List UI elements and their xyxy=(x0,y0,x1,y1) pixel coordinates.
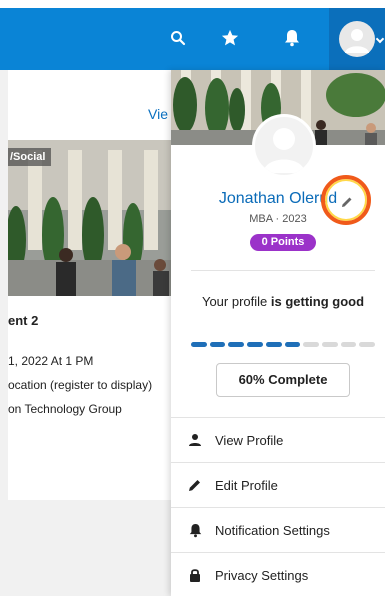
menu-item-notification-settings[interactable]: Notification Settings xyxy=(171,507,385,552)
progress-text-lead: Your profile xyxy=(201,294,271,309)
progress-segment xyxy=(228,342,245,347)
menu-item-edit-profile[interactable]: Edit Profile xyxy=(171,462,385,507)
top-navigation-bar xyxy=(0,8,385,70)
profile-progress-text: Your profile is getting good xyxy=(191,292,375,311)
progress-segment xyxy=(191,342,207,347)
background-page: Vie /Social ent 2 1, 2022 At 1 PM ocatio… xyxy=(0,70,175,596)
progress-segment xyxy=(284,342,301,347)
menu-item-label: Privacy Settings xyxy=(215,567,309,583)
pencil-icon xyxy=(187,477,203,493)
progress-segment xyxy=(340,342,357,347)
progress-segment xyxy=(247,342,263,347)
profile-program: MBA · 2023 xyxy=(249,213,307,225)
event-title[interactable]: ent 2 xyxy=(8,313,38,328)
progress-segment xyxy=(303,342,319,347)
progress-segment xyxy=(209,342,226,347)
person-icon xyxy=(187,432,203,448)
event-category-tag: /Social xyxy=(8,148,52,166)
profile-dropdown: Jonathan Olerud MBA · 2023 0 Points Your… xyxy=(171,70,385,596)
edit-pencil-icon[interactable] xyxy=(339,194,355,210)
progress-segment xyxy=(359,342,376,347)
bell-icon xyxy=(187,522,203,538)
event-image[interactable]: /Social xyxy=(8,140,175,296)
profile-avatar xyxy=(252,114,316,178)
profile-menu: View Profile Edit Profile Notification S… xyxy=(171,417,385,596)
points-badge: 0 Points xyxy=(250,234,316,251)
event-location: ocation (register to display) xyxy=(8,378,153,392)
user-avatar-button[interactable] xyxy=(329,8,385,70)
bell-icon[interactable] xyxy=(278,24,306,52)
menu-item-label: Edit Profile xyxy=(215,477,278,493)
menu-item-label: View Profile xyxy=(215,432,284,448)
complete-percent-button[interactable]: 60% Complete xyxy=(216,363,350,397)
top-strip xyxy=(0,0,385,8)
star-icon[interactable] xyxy=(216,24,244,52)
event-host: on Technology Group xyxy=(8,402,122,416)
divider xyxy=(191,270,375,271)
progress-text-bold: is getting good xyxy=(270,294,365,309)
progress-segment xyxy=(321,342,338,347)
menu-item-label: Notification Settings xyxy=(215,522,330,538)
menu-item-privacy-settings[interactable]: Privacy Settings xyxy=(171,552,385,596)
profile-progress-bar xyxy=(191,342,376,347)
progress-segment xyxy=(265,342,282,347)
lock-icon xyxy=(187,567,203,583)
event-date: 1, 2022 At 1 PM xyxy=(8,354,94,368)
menu-item-view-profile[interactable]: View Profile xyxy=(171,417,385,462)
chevron-down-icon xyxy=(375,34,385,44)
avatar xyxy=(339,21,375,57)
view-all-link[interactable]: Vie xyxy=(148,106,168,122)
search-icon[interactable] xyxy=(164,24,192,52)
